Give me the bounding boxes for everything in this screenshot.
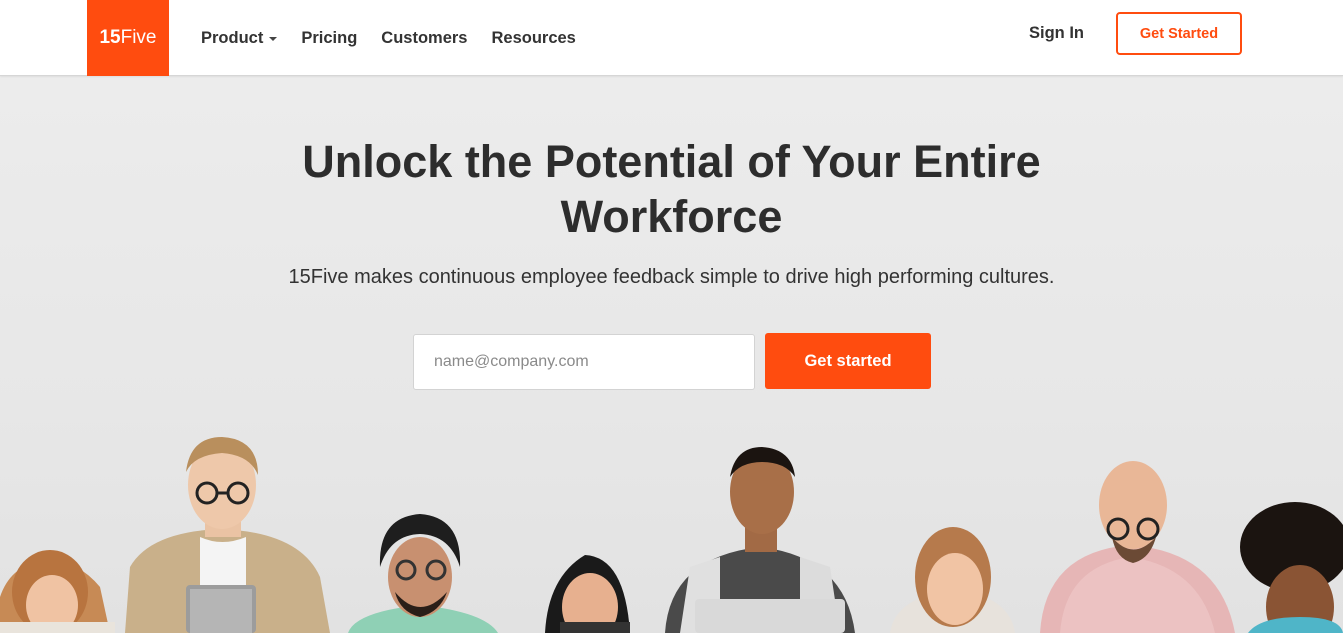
nav-pricing-label: Pricing <box>301 28 358 47</box>
hero-headline-line-2: Workforce <box>560 191 783 242</box>
nav-pricing[interactable]: Pricing <box>301 29 357 48</box>
nav-resources-label: Resources <box>491 28 576 47</box>
nav-product-label: Product <box>201 28 264 47</box>
person-4 <box>545 555 630 633</box>
main-nav: Product Pricing Customers Resources <box>201 0 600 76</box>
person-8 <box>1240 502 1343 633</box>
chevron-down-icon <box>269 37 278 41</box>
logo-word: Five <box>120 27 157 48</box>
site-header: 15 Five Product Pricing Customers Resourc… <box>0 0 1343 76</box>
hero-headline-line-1: Unlock the Potential of Your Entire <box>302 136 1041 187</box>
hero-section: Unlock the Potential of Your Entire Work… <box>0 77 1343 633</box>
email-input[interactable] <box>413 334 755 390</box>
person-1 <box>0 550 115 633</box>
header-get-started-button[interactable]: Get Started <box>1116 12 1242 55</box>
get-started-button[interactable]: Get started <box>765 333 931 389</box>
person-6 <box>890 527 1015 633</box>
nav-product[interactable]: Product <box>201 28 278 48</box>
sign-in-link[interactable]: Sign In <box>1029 24 1084 43</box>
person-7 <box>1040 461 1235 633</box>
hero-subheadline: 15Five makes continuous employee feedbac… <box>288 266 1055 288</box>
person-5 <box>665 447 855 633</box>
nav-customers-label: Customers <box>381 28 468 47</box>
hero-headline: Unlock the Potential of Your Entire Work… <box>250 134 1093 244</box>
person-3 <box>348 514 498 633</box>
logo[interactable]: 15 Five <box>87 0 169 76</box>
nav-resources[interactable]: Resources <box>491 29 575 48</box>
person-2 <box>125 437 330 633</box>
nav-customers[interactable]: Customers <box>381 29 467 48</box>
logo-number: 15 <box>99 27 121 48</box>
